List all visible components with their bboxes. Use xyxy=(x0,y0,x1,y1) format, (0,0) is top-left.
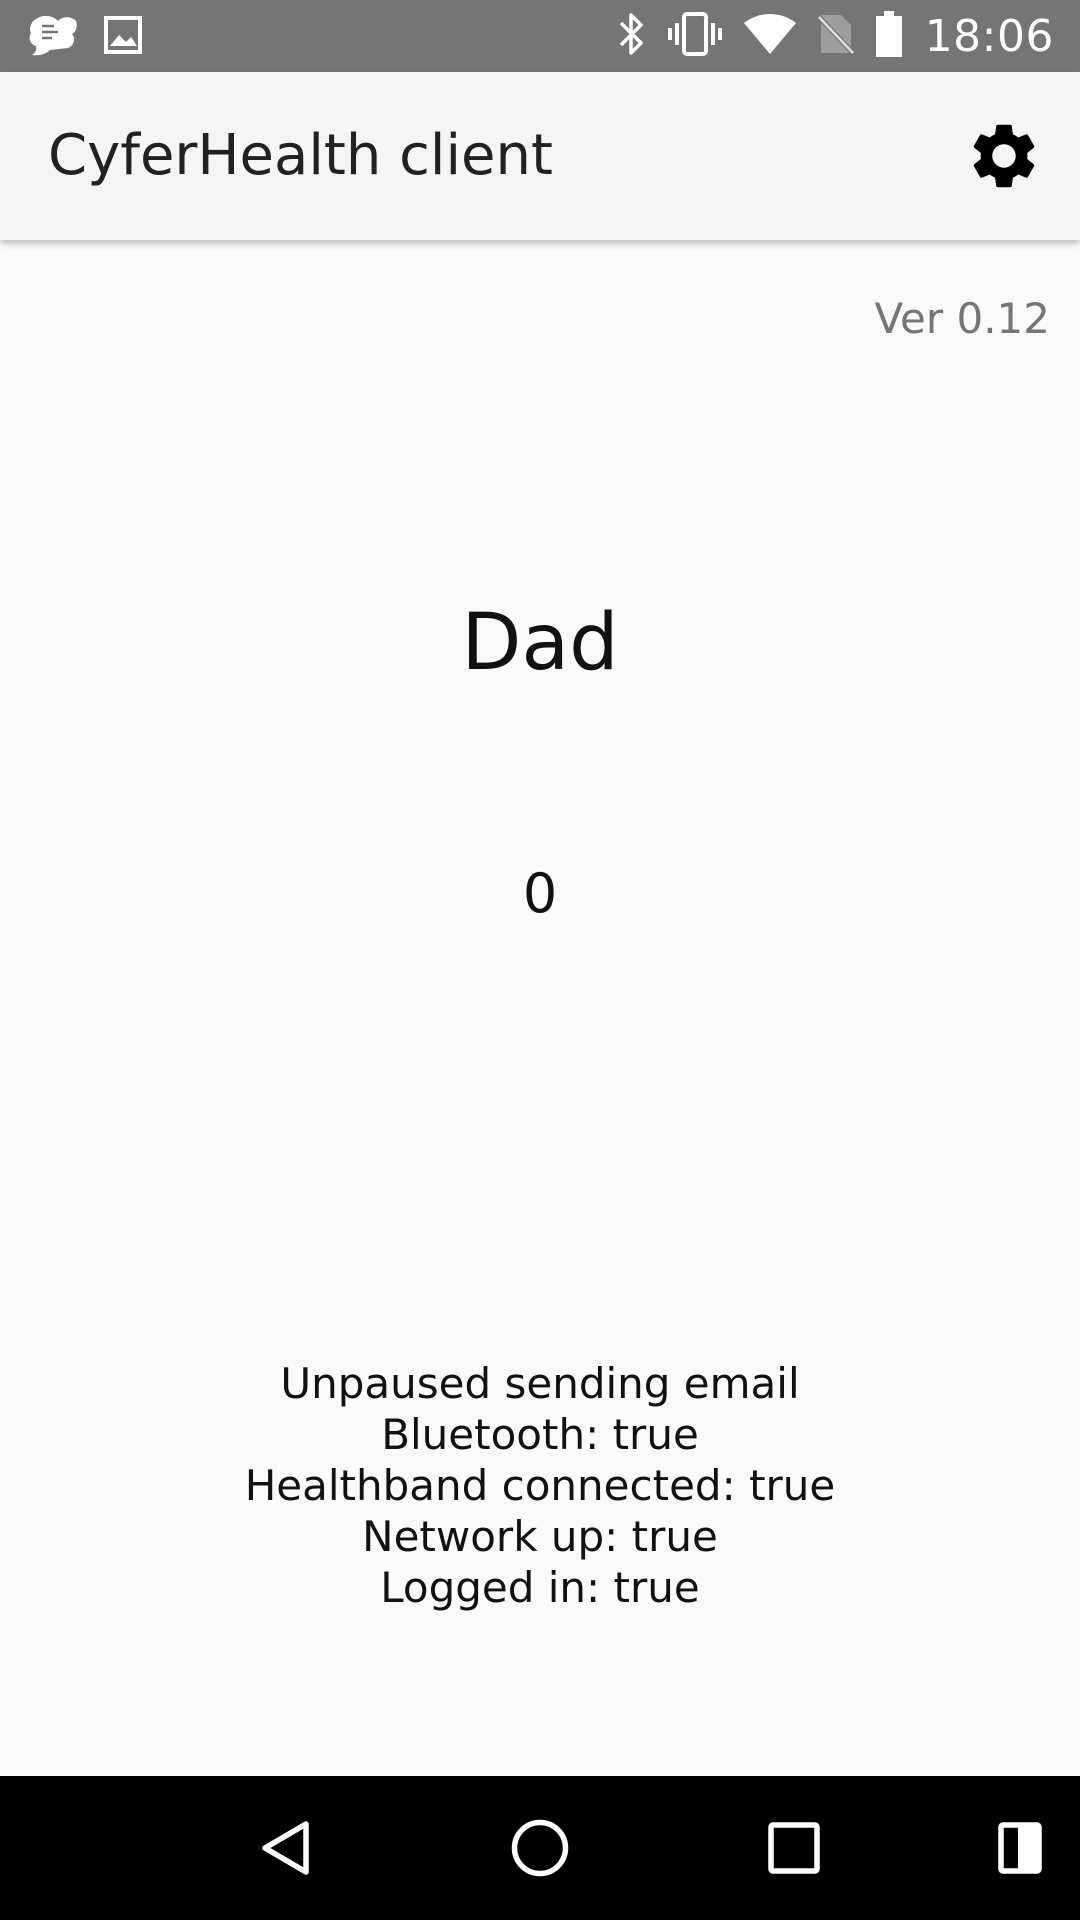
wifi-icon xyxy=(743,13,797,59)
status-line-email: Unpaused sending email xyxy=(280,1359,800,1408)
status-bar-notifications xyxy=(28,12,142,62)
version-label: Ver 0.12 xyxy=(874,294,1050,343)
app-title: CyferHealth client xyxy=(48,123,553,188)
bluetooth-icon xyxy=(617,11,647,61)
status-line-healthband: Healthband connected: true xyxy=(244,1461,836,1510)
reading-value: 0 xyxy=(522,862,558,925)
split-screen-icon xyxy=(998,1822,1042,1874)
status-line-bluetooth: Bluetooth: true xyxy=(381,1410,699,1459)
vibrate-icon xyxy=(667,11,723,61)
navigation-bar xyxy=(0,1776,1080,1920)
status-time: 18:06 xyxy=(924,10,1054,62)
settings-button[interactable] xyxy=(958,110,1050,202)
gear-icon xyxy=(973,124,1035,188)
image-notification-icon xyxy=(104,16,142,58)
screen: 18:06 CyferHealth client Ver 0.12 Dad 0 … xyxy=(0,0,1080,1920)
battery-icon xyxy=(875,10,903,62)
user-name: Dad xyxy=(461,598,619,688)
home-button[interactable] xyxy=(480,1776,600,1920)
recents-button[interactable] xyxy=(734,1776,854,1920)
connection-status: Unpaused sending email Bluetooth: true H… xyxy=(0,1358,1080,1613)
status-line-network: Network up: true xyxy=(362,1512,718,1561)
back-button[interactable] xyxy=(226,1776,346,1920)
recents-icon xyxy=(768,1822,820,1874)
app-bar: CyferHealth client xyxy=(0,72,1080,240)
app-notification-icon xyxy=(28,12,78,62)
split-screen-button[interactable] xyxy=(960,1776,1080,1920)
home-icon xyxy=(511,1819,569,1877)
status-line-login: Logged in: true xyxy=(380,1563,700,1612)
status-bar-system-icons: 18:06 xyxy=(617,0,1054,72)
no-sim-icon xyxy=(816,11,855,61)
back-icon xyxy=(262,1821,309,1875)
status-bar: 18:06 xyxy=(0,0,1080,72)
